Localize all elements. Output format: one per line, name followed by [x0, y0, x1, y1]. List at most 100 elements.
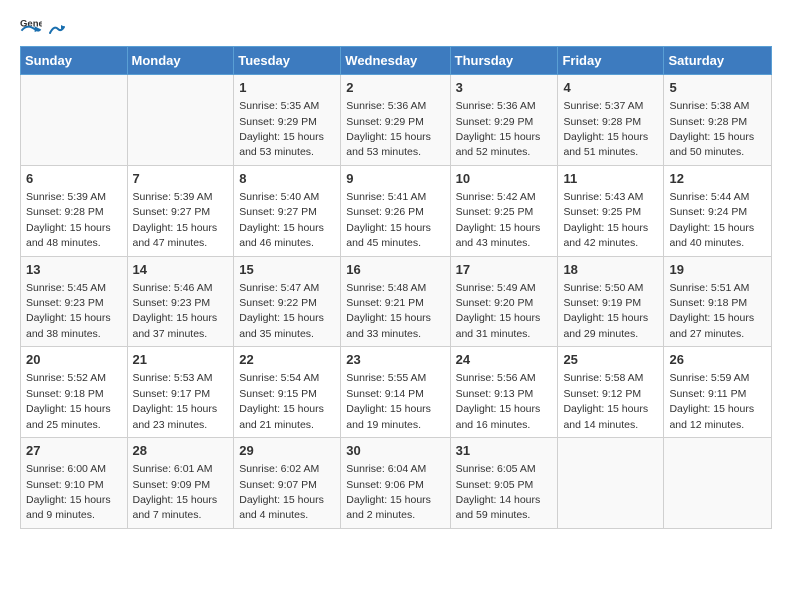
- day-number: 23: [346, 351, 444, 369]
- sunset-text: Sunset: 9:28 PM: [563, 116, 641, 128]
- calendar-day-cell: 20 Sunrise: 5:52 AM Sunset: 9:18 PM Dayl…: [21, 347, 128, 438]
- sunset-text: Sunset: 9:27 PM: [239, 206, 317, 218]
- calendar-table: SundayMondayTuesdayWednesdayThursdayFrid…: [20, 46, 772, 529]
- sunrise-text: Sunrise: 5:58 AM: [563, 372, 643, 384]
- sunrise-text: Sunrise: 5:42 AM: [456, 191, 536, 203]
- day-number: 9: [346, 170, 444, 188]
- daylight-text: Daylight: 15 hours and 47 minutes.: [133, 222, 218, 249]
- calendar-day-cell: 16 Sunrise: 5:48 AM Sunset: 9:21 PM Dayl…: [341, 256, 450, 347]
- sunrise-text: Sunrise: 5:52 AM: [26, 372, 106, 384]
- sunset-text: Sunset: 9:27 PM: [133, 206, 211, 218]
- day-number: 19: [669, 261, 766, 279]
- daylight-text: Daylight: 15 hours and 46 minutes.: [239, 222, 324, 249]
- logo-icon: General: [20, 16, 42, 38]
- day-number: 1: [239, 79, 335, 97]
- sunrise-text: Sunrise: 5:49 AM: [456, 282, 536, 294]
- daylight-text: Daylight: 14 hours and 59 minutes.: [456, 494, 541, 521]
- calendar-day-cell: 22 Sunrise: 5:54 AM Sunset: 9:15 PM Dayl…: [234, 347, 341, 438]
- day-number: 11: [563, 170, 658, 188]
- daylight-text: Daylight: 15 hours and 37 minutes.: [133, 312, 218, 339]
- calendar-day-cell: 19 Sunrise: 5:51 AM Sunset: 9:18 PM Dayl…: [664, 256, 772, 347]
- daylight-text: Daylight: 15 hours and 31 minutes.: [456, 312, 541, 339]
- calendar-day-cell: [558, 438, 664, 529]
- calendar-day-cell: 27 Sunrise: 6:00 AM Sunset: 9:10 PM Dayl…: [21, 438, 128, 529]
- sunset-text: Sunset: 9:20 PM: [456, 297, 534, 309]
- calendar-week-row: 13 Sunrise: 5:45 AM Sunset: 9:23 PM Dayl…: [21, 256, 772, 347]
- daylight-text: Daylight: 15 hours and 53 minutes.: [239, 131, 324, 158]
- calendar-day-cell: 25 Sunrise: 5:58 AM Sunset: 9:12 PM Dayl…: [558, 347, 664, 438]
- daylight-text: Daylight: 15 hours and 27 minutes.: [669, 312, 754, 339]
- sunset-text: Sunset: 9:24 PM: [669, 206, 747, 218]
- day-number: 5: [669, 79, 766, 97]
- sunset-text: Sunset: 9:12 PM: [563, 388, 641, 400]
- sunset-text: Sunset: 9:06 PM: [346, 479, 424, 491]
- calendar-day-cell: 5 Sunrise: 5:38 AM Sunset: 9:28 PM Dayli…: [664, 75, 772, 166]
- daylight-text: Daylight: 15 hours and 48 minutes.: [26, 222, 111, 249]
- sunrise-text: Sunrise: 5:37 AM: [563, 100, 643, 112]
- daylight-text: Daylight: 15 hours and 14 minutes.: [563, 403, 648, 430]
- daylight-text: Daylight: 15 hours and 7 minutes.: [133, 494, 218, 521]
- sunrise-text: Sunrise: 5:43 AM: [563, 191, 643, 203]
- daylight-text: Daylight: 15 hours and 21 minutes.: [239, 403, 324, 430]
- calendar-day-cell: 9 Sunrise: 5:41 AM Sunset: 9:26 PM Dayli…: [341, 165, 450, 256]
- weekday-header-sunday: Sunday: [21, 47, 128, 75]
- day-number: 10: [456, 170, 553, 188]
- sunrise-text: Sunrise: 5:50 AM: [563, 282, 643, 294]
- daylight-text: Daylight: 15 hours and 19 minutes.: [346, 403, 431, 430]
- sunset-text: Sunset: 9:28 PM: [669, 116, 747, 128]
- weekday-header-monday: Monday: [127, 47, 234, 75]
- daylight-text: Daylight: 15 hours and 29 minutes.: [563, 312, 648, 339]
- daylight-text: Daylight: 15 hours and 33 minutes.: [346, 312, 431, 339]
- daylight-text: Daylight: 15 hours and 38 minutes.: [26, 312, 111, 339]
- calendar-day-cell: 13 Sunrise: 5:45 AM Sunset: 9:23 PM Dayl…: [21, 256, 128, 347]
- calendar-day-cell: 30 Sunrise: 6:04 AM Sunset: 9:06 PM Dayl…: [341, 438, 450, 529]
- sunset-text: Sunset: 9:29 PM: [239, 116, 317, 128]
- day-number: 22: [239, 351, 335, 369]
- sunrise-text: Sunrise: 5:40 AM: [239, 191, 319, 203]
- day-number: 18: [563, 261, 658, 279]
- calendar-day-cell: 12 Sunrise: 5:44 AM Sunset: 9:24 PM Dayl…: [664, 165, 772, 256]
- day-number: 15: [239, 261, 335, 279]
- day-number: 14: [133, 261, 229, 279]
- daylight-text: Daylight: 15 hours and 53 minutes.: [346, 131, 431, 158]
- sunset-text: Sunset: 9:29 PM: [456, 116, 534, 128]
- day-number: 4: [563, 79, 658, 97]
- sunrise-text: Sunrise: 5:59 AM: [669, 372, 749, 384]
- calendar-day-cell: [127, 75, 234, 166]
- calendar-week-row: 1 Sunrise: 5:35 AM Sunset: 9:29 PM Dayli…: [21, 75, 772, 166]
- sunrise-text: Sunrise: 5:46 AM: [133, 282, 213, 294]
- daylight-text: Daylight: 15 hours and 16 minutes.: [456, 403, 541, 430]
- daylight-text: Daylight: 15 hours and 4 minutes.: [239, 494, 324, 521]
- day-number: 16: [346, 261, 444, 279]
- sunset-text: Sunset: 9:05 PM: [456, 479, 534, 491]
- calendar-week-row: 20 Sunrise: 5:52 AM Sunset: 9:18 PM Dayl…: [21, 347, 772, 438]
- sunset-text: Sunset: 9:25 PM: [456, 206, 534, 218]
- daylight-text: Daylight: 15 hours and 25 minutes.: [26, 403, 111, 430]
- calendar-day-cell: 21 Sunrise: 5:53 AM Sunset: 9:17 PM Dayl…: [127, 347, 234, 438]
- sunset-text: Sunset: 9:10 PM: [26, 479, 104, 491]
- day-number: 12: [669, 170, 766, 188]
- sunrise-text: Sunrise: 6:01 AM: [133, 463, 213, 475]
- sunset-text: Sunset: 9:07 PM: [239, 479, 317, 491]
- sunrise-text: Sunrise: 6:04 AM: [346, 463, 426, 475]
- day-number: 29: [239, 442, 335, 460]
- weekday-header-wednesday: Wednesday: [341, 47, 450, 75]
- sunset-text: Sunset: 9:18 PM: [26, 388, 104, 400]
- sunset-text: Sunset: 9:18 PM: [669, 297, 747, 309]
- day-number: 21: [133, 351, 229, 369]
- daylight-text: Daylight: 15 hours and 9 minutes.: [26, 494, 111, 521]
- calendar-day-cell: 10 Sunrise: 5:42 AM Sunset: 9:25 PM Dayl…: [450, 165, 558, 256]
- weekday-header-row: SundayMondayTuesdayWednesdayThursdayFrid…: [21, 47, 772, 75]
- day-number: 8: [239, 170, 335, 188]
- day-number: 31: [456, 442, 553, 460]
- daylight-text: Daylight: 15 hours and 45 minutes.: [346, 222, 431, 249]
- sunset-text: Sunset: 9:14 PM: [346, 388, 424, 400]
- day-number: 7: [133, 170, 229, 188]
- day-number: 6: [26, 170, 122, 188]
- daylight-text: Daylight: 15 hours and 42 minutes.: [563, 222, 648, 249]
- sunrise-text: Sunrise: 5:41 AM: [346, 191, 426, 203]
- calendar-day-cell: [21, 75, 128, 166]
- sunset-text: Sunset: 9:26 PM: [346, 206, 424, 218]
- calendar-day-cell: 29 Sunrise: 6:02 AM Sunset: 9:07 PM Dayl…: [234, 438, 341, 529]
- day-number: 25: [563, 351, 658, 369]
